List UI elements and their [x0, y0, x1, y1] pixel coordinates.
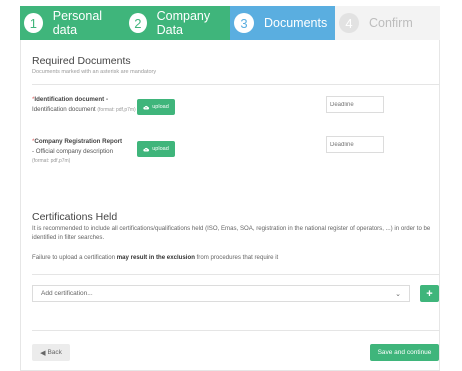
documents-panel	[20, 40, 440, 371]
cloud-upload-icon	[143, 105, 150, 110]
back-label: Back	[47, 349, 62, 356]
company-registration-upload-button[interactable]: upload	[137, 141, 175, 157]
document-name: Company Registration Report	[34, 138, 123, 145]
certifications-recommendation: It is recommended to include all certifi…	[32, 225, 431, 242]
document-name: Identification document	[34, 96, 105, 103]
divider	[32, 84, 440, 85]
step-label: Confirm	[369, 16, 413, 30]
add-certification-select[interactable]: Add certification... ⌄	[32, 285, 410, 302]
divider	[32, 274, 440, 275]
step-label: Company Data	[156, 9, 211, 37]
warning-suffix: from procedures that require it	[194, 254, 279, 261]
chevron-down-icon: ⌄	[395, 290, 401, 298]
back-button[interactable]: ◀︎ Back	[32, 344, 70, 361]
identification-deadline-input[interactable]	[326, 96, 384, 113]
step-number: 2	[129, 13, 147, 33]
wizard-stepper: 1 Personal data 2 Company Data 3 Documen…	[20, 6, 440, 40]
upload-label: upload	[152, 104, 169, 110]
certifications-warning: Failure to upload a certification may re…	[32, 253, 457, 262]
document-name-dash: -	[104, 96, 108, 103]
warning-bold: may result in the exclusion	[116, 254, 195, 261]
step-number: 4	[339, 13, 359, 33]
document-description: Identification document	[32, 105, 96, 113]
step-label: Personal data	[52, 9, 103, 37]
upload-label: upload	[152, 146, 169, 152]
required-documents-subtitle: Documents marked with an asterisk are ma…	[32, 69, 157, 75]
circle-left-icon: ◀︎	[40, 349, 46, 357]
company-registration-deadline-input[interactable]	[326, 136, 384, 153]
document-description: - Official company description	[32, 147, 114, 155]
save-and-continue-button[interactable]: Save and continue	[370, 344, 439, 361]
step-confirm: 4 Confirm	[335, 6, 440, 40]
identification-upload-button[interactable]: upload	[137, 99, 175, 115]
required-documents-title: Required Documents	[32, 55, 131, 67]
divider	[32, 330, 440, 331]
document-format: (format: pdf,p7m)	[32, 158, 71, 164]
step-label: Documents	[264, 16, 328, 30]
step-number: 1	[24, 13, 43, 33]
company-registration-label: *Company Registration Report - Official …	[32, 137, 142, 167]
step-number: 3	[234, 13, 254, 33]
step-personal-data[interactable]: 1 Personal data	[20, 6, 125, 40]
add-certification-button[interactable]: +	[420, 285, 439, 302]
select-placeholder: Add certification...	[41, 290, 93, 297]
certifications-title: Certifications Held	[32, 211, 118, 223]
document-format: (format: pdf,p7m)	[97, 106, 136, 113]
warning-prefix: Failure to upload a certification	[32, 254, 117, 261]
identification-document-label: *Identification document - Identificatio…	[32, 95, 142, 115]
step-company-data[interactable]: 2 Company Data	[125, 6, 230, 40]
cloud-upload-icon	[143, 147, 150, 152]
step-documents[interactable]: 3 Documents	[230, 6, 335, 40]
